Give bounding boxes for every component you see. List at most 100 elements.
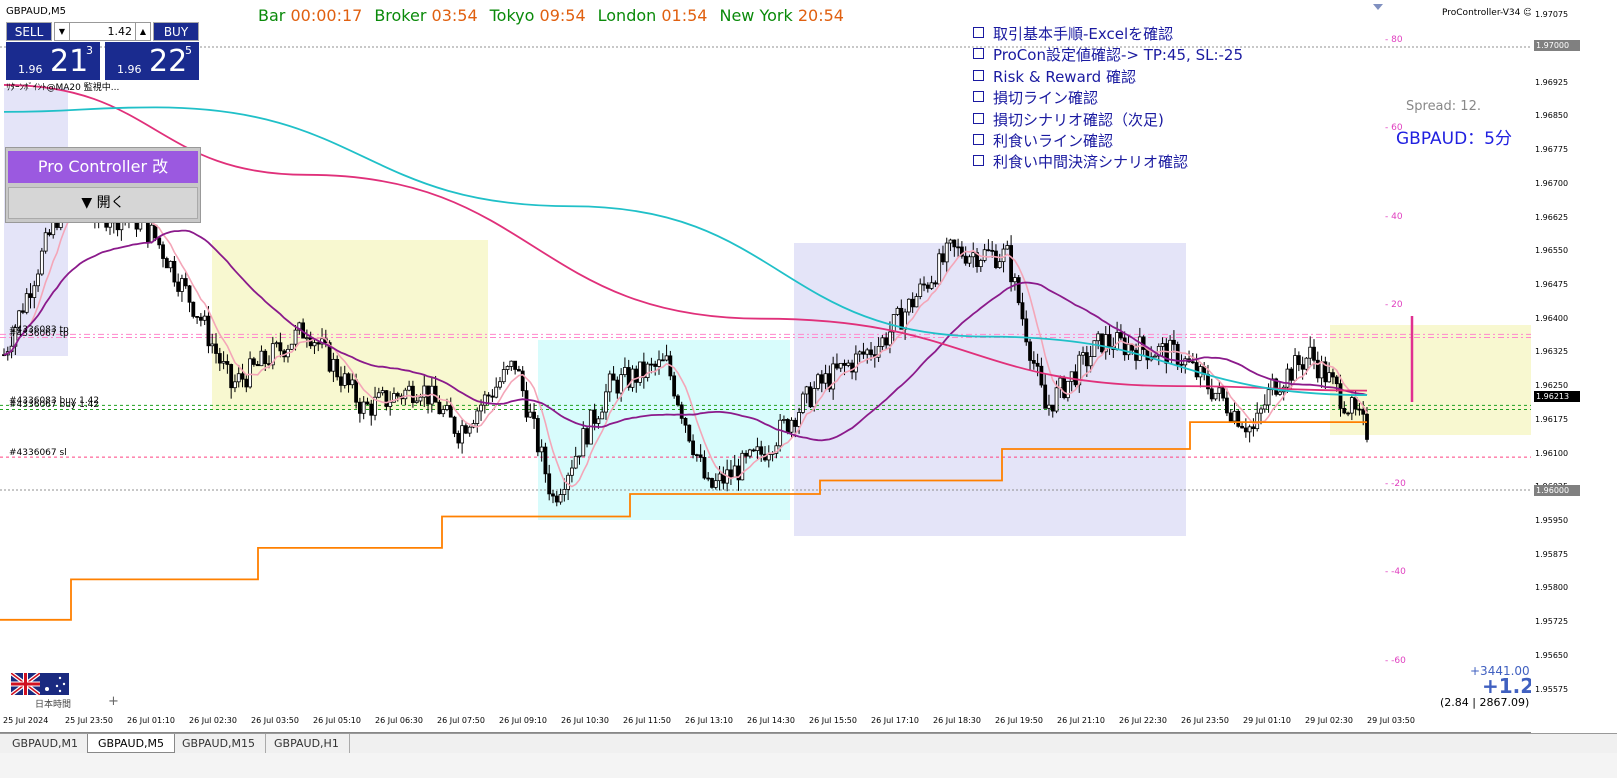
candle-body [251, 358, 256, 365]
candle-body [744, 452, 748, 457]
candle-body [846, 362, 851, 366]
candle-body [274, 342, 279, 345]
candle-body [740, 452, 745, 481]
checklist-item[interactable]: 利食い中間決済シナリオ確認 [973, 152, 1243, 173]
clock-value: 00:00:17 [290, 6, 363, 25]
candle-body [1236, 410, 1241, 427]
checklist-item[interactable]: 利食いライン確認 [973, 131, 1243, 152]
price-tick: 1.95800 [1535, 583, 1569, 593]
candle-body [475, 410, 480, 424]
candle-body [248, 358, 252, 388]
candle-body [891, 314, 896, 333]
checkbox-icon[interactable] [973, 155, 984, 167]
buy-button[interactable]: BUY [153, 22, 199, 41]
candle-body [312, 342, 317, 347]
candle-body [168, 260, 173, 269]
candle-body [619, 374, 624, 394]
tab-gbpaudm1[interactable]: GBPAUD,M1 [2, 734, 90, 753]
candle-body [517, 369, 521, 372]
candle-body [615, 379, 620, 394]
candle-body [414, 400, 419, 403]
candle-body [1119, 332, 1123, 339]
candle-body [1084, 352, 1089, 367]
checkbox-icon[interactable] [973, 91, 984, 103]
candle-body [865, 349, 870, 355]
candle-body [797, 412, 801, 427]
candle-body [433, 385, 438, 403]
time-tick: 26 Jul 01:10 [127, 716, 175, 725]
checkbox-icon[interactable] [973, 27, 984, 38]
candle-body [1100, 333, 1104, 353]
lot-size-stepper[interactable]: ▼ 1.42 ▲ [54, 22, 151, 41]
checklist-item[interactable]: ProCon設定値確認-> TP:45, SL:-25 [973, 45, 1243, 66]
sell-quote[interactable]: 1.96 21 3 [6, 42, 100, 80]
checklist-item[interactable]: 取引基本手順-Excelを確認 [973, 24, 1243, 45]
candle-body [498, 381, 502, 388]
candle-body [710, 478, 714, 488]
time-tick: 26 Jul 18:30 [933, 716, 981, 725]
candle-body [1285, 368, 1290, 388]
price-tick: 1.96550 [1535, 246, 1569, 256]
time-tick: 29 Jul 01:10 [1243, 716, 1291, 725]
tab-gbpaudm15[interactable]: GBPAUD,M15 [172, 734, 267, 753]
candle-body [558, 494, 563, 503]
candle-body [1312, 346, 1316, 361]
candle-body [1058, 377, 1063, 389]
candle-body [1039, 365, 1044, 386]
candle-body [623, 367, 627, 376]
candle-body [823, 373, 828, 384]
clock-value: 09:54 [539, 6, 586, 25]
candle-body [952, 239, 957, 248]
tab-gbpaudh1[interactable]: GBPAUD,H1 [264, 734, 350, 753]
pips-tick: - 60 [1385, 123, 1403, 133]
time-tick: 26 Jul 03:50 [251, 716, 299, 725]
tab-gbpaudm5[interactable]: GBPAUD,M5 [87, 734, 176, 753]
pair-timeframe-label: GBPAUD：5分 [1396, 129, 1512, 149]
checkbox-icon[interactable] [973, 48, 984, 60]
checklist-item[interactable]: 損切ライン確認 [973, 88, 1243, 109]
checklist-item[interactable]: Risk & Reward 確認 [973, 67, 1243, 88]
checklist-item[interactable]: 損切シナリオ確認（次足) [973, 110, 1243, 131]
pro-controller-open-button[interactable]: ▼ 開く [8, 187, 198, 219]
buy-quote[interactable]: 1.96 22 5 [105, 42, 199, 80]
candle-body [611, 373, 616, 381]
candle-body [884, 337, 889, 346]
candle-body [36, 273, 40, 287]
add-icon[interactable]: + [108, 694, 119, 709]
candle-body [653, 363, 658, 367]
lot-size-value[interactable]: 1.42 [108, 25, 133, 38]
candle-body [1172, 339, 1176, 345]
lot-increase-icon[interactable]: ▲ [135, 23, 150, 40]
price-axis[interactable]: 1.97075 1.97000 1.96925 1.96850 1.96775 1.967… [1531, 0, 1617, 733]
checkbox-icon[interactable] [973, 69, 984, 81]
candle-body [32, 285, 37, 298]
checkbox-icon[interactable] [973, 112, 984, 124]
chart-area[interactable]: GBPAUD,M5 Bar 00:00:17 Broker 03:54 Tokyo … [0, 0, 1581, 733]
clock-label: Tokyo [489, 6, 540, 25]
candle-body [1289, 368, 1294, 381]
clock-label: London [597, 6, 662, 25]
gbp-aud-flag-icon [11, 673, 69, 695]
time-tick: 26 Jul 23:50 [1181, 716, 1229, 725]
price-tick: 1.96100 [1535, 448, 1569, 458]
candle-body [1047, 404, 1051, 409]
price-chart[interactable] [0, 0, 1531, 733]
sell-button[interactable]: SELL [6, 22, 52, 41]
pro-controller-title[interactable]: Pro Controller 改 [8, 151, 198, 183]
candle-body [812, 388, 817, 408]
price-tick: 1.96325 [1535, 347, 1569, 357]
candle-body [369, 403, 374, 416]
lot-decrease-icon[interactable]: ▼ [55, 23, 70, 40]
checkbox-icon[interactable] [973, 134, 984, 146]
candle-body [1209, 388, 1214, 400]
candle-body [1262, 404, 1267, 410]
candle-body [1016, 277, 1021, 304]
price-tick: 1.95950 [1535, 515, 1569, 525]
candle-body [857, 351, 862, 355]
time-tick: 26 Jul 06:30 [375, 716, 423, 725]
candle-body [853, 353, 858, 373]
current-price-tag: 1.96213 [1534, 391, 1580, 402]
candle-body [948, 239, 953, 244]
candle-body [1327, 372, 1332, 383]
status-strip [0, 753, 1617, 778]
